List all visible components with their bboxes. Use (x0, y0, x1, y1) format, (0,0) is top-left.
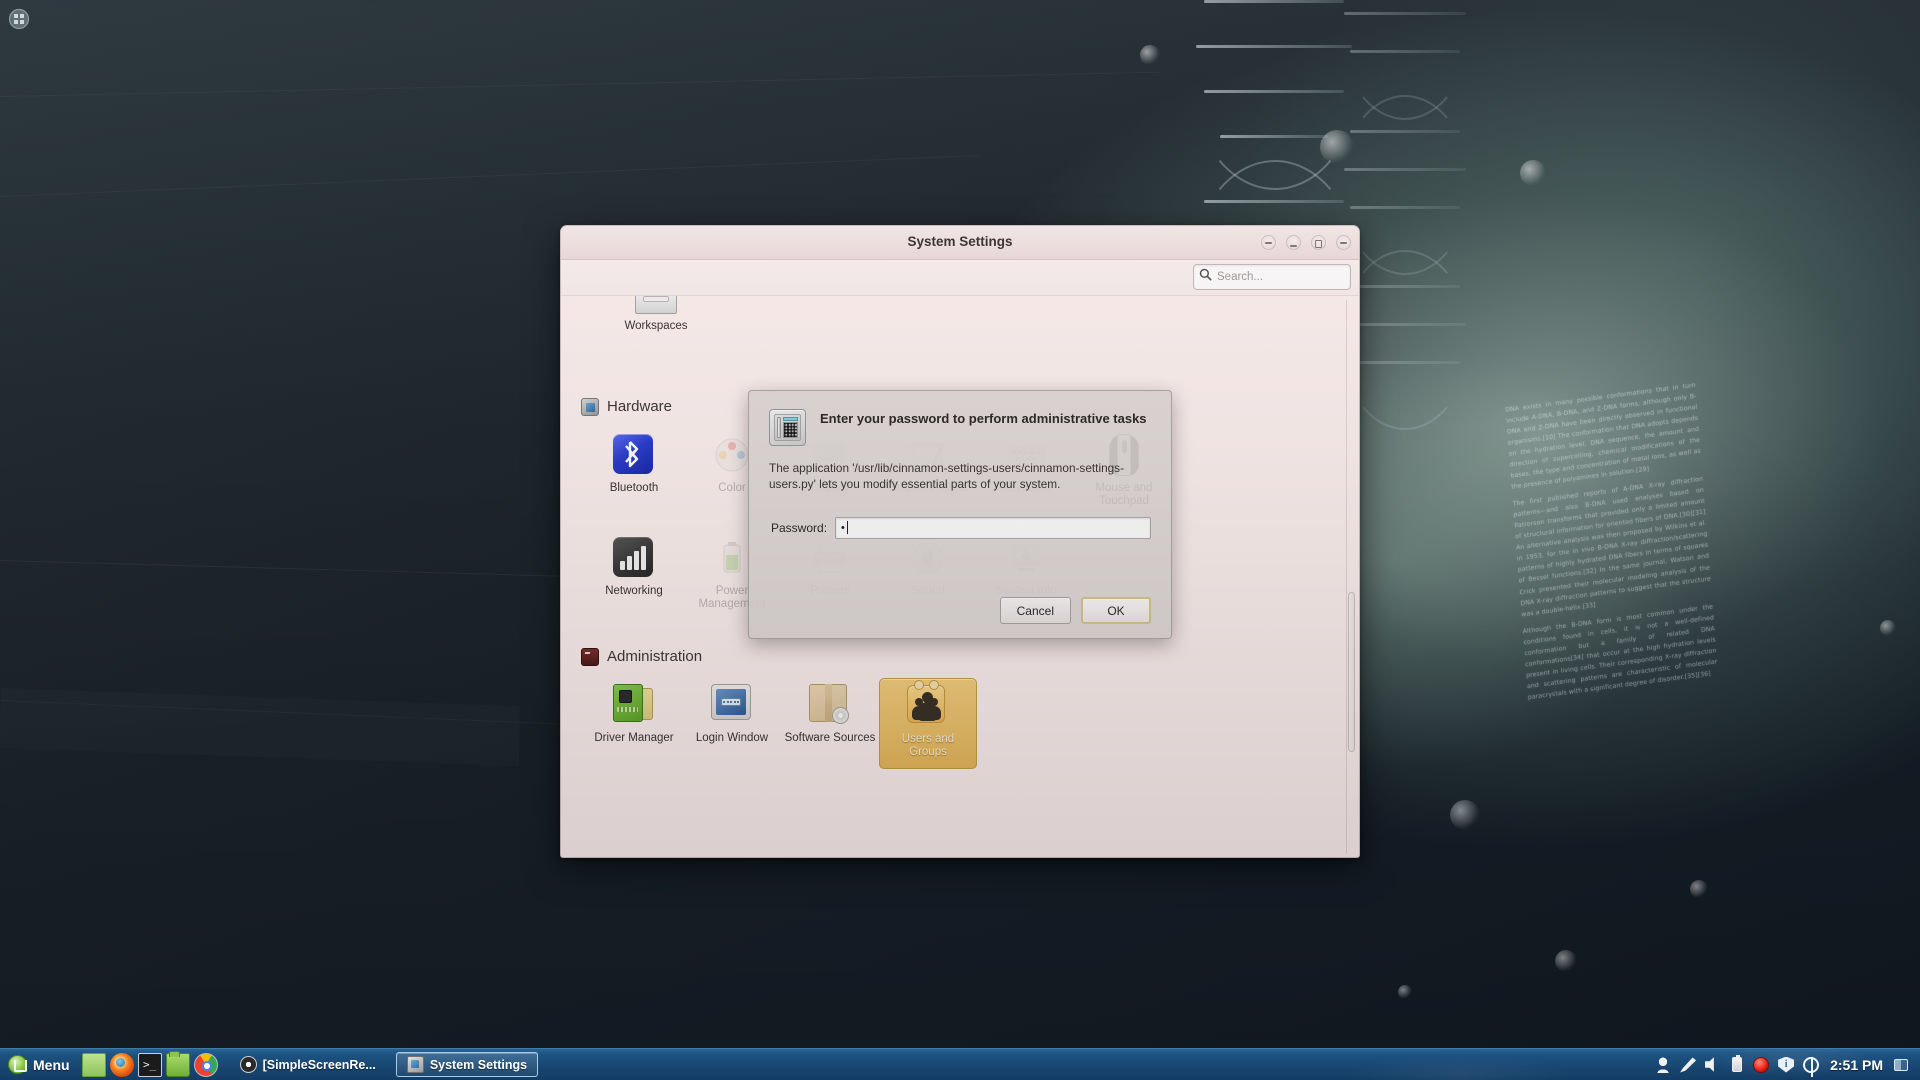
scrollbar-thumb[interactable] (1348, 592, 1355, 752)
desktop[interactable]: DNA exists in many possible conformation… (0, 0, 1920, 1080)
tile-label: Login Window (695, 731, 769, 744)
users-and-groups-icon (907, 679, 949, 727)
bokeh (1880, 620, 1896, 636)
tile-users-and-groups[interactable]: Users and Groups (879, 677, 977, 769)
clock[interactable]: 2:51 PM (1828, 1057, 1885, 1073)
search-icon (1199, 268, 1212, 286)
search-input[interactable] (1217, 271, 1359, 283)
bluetooth-icon (613, 433, 655, 476)
mint-menu-icon (8, 1055, 27, 1074)
safe-keypad-icon (769, 409, 806, 446)
search-box[interactable] (1193, 264, 1359, 290)
wallpaper-paragraph: Although the B-DNA form is most common u… (1522, 602, 1718, 702)
software-sources-icon (809, 683, 851, 726)
login-window-icon (711, 683, 753, 726)
driver-manager-icon (613, 683, 655, 726)
dialog-message: The application '/usr/lib/cinnamon-setti… (769, 461, 1125, 491)
dialog-header: Enter your password to perform administr… (769, 409, 1151, 446)
tile-label: Bluetooth (609, 481, 659, 494)
maximize-button[interactable] (1311, 235, 1326, 250)
volume-icon[interactable] (1705, 1057, 1714, 1072)
menu-button[interactable]: Menu (4, 1052, 78, 1078)
taskbar-window-system-settings[interactable]: System Settings (395, 1052, 539, 1077)
close-button[interactable] (1336, 235, 1351, 250)
cancel-button[interactable]: Cancel (999, 597, 1071, 624)
tile-software-sources[interactable]: Software Sources (781, 678, 879, 769)
pen-icon[interactable] (1680, 1057, 1697, 1073)
taskbar-window-label: [SimpleScreenRe... (262, 1057, 376, 1072)
firefox-icon[interactable] (109, 1052, 134, 1077)
dialog-buttons: Cancel OK (769, 583, 1151, 624)
system-tray: 2:51 PM (1655, 1055, 1916, 1077)
tile-bluetooth[interactable]: Bluetooth (585, 428, 683, 517)
sync-icon[interactable] (1803, 1056, 1820, 1077)
administration-icon (581, 647, 599, 666)
tile-label: Workspaces (624, 320, 688, 332)
tile-label: Software Sources (784, 731, 876, 744)
password-label: Password: (771, 520, 828, 535)
section-header-administration: Administration (581, 647, 1343, 666)
power-icon (711, 537, 753, 579)
tile-label: Driver Manager (594, 731, 674, 744)
bokeh (1450, 800, 1480, 830)
ok-button[interactable]: OK (1081, 597, 1151, 624)
password-input[interactable]: • (835, 516, 1151, 539)
window-controls (1261, 235, 1351, 250)
tile-workspaces[interactable]: Workspaces (607, 296, 705, 342)
bokeh (1320, 130, 1354, 164)
tile-label: Users and Groups (901, 732, 955, 759)
chrome-icon[interactable] (193, 1052, 218, 1077)
desktop-grid-icon[interactable] (6, 6, 32, 32)
section-title: Administration (607, 648, 703, 666)
tile-driver-manager[interactable]: Driver Manager (585, 678, 683, 769)
text-caret (846, 521, 848, 535)
bokeh (1140, 45, 1160, 65)
workspace-switcher-icon[interactable] (1894, 1058, 1908, 1071)
password-row: Password: • (769, 516, 1151, 539)
administration-row-1: Driver Manager Login Window Software Sou… (577, 677, 1343, 769)
taskbar-window-label: System Settings (429, 1057, 528, 1072)
update-shield-icon[interactable] (1778, 1056, 1795, 1073)
taskbar-window-simplescreenrecorder[interactable]: [SimpleScreenRe... (230, 1052, 386, 1077)
dialog-title: Enter your password to perform administr… (820, 411, 1147, 426)
show-desktop-icon[interactable] (81, 1052, 106, 1077)
tile-networking[interactable]: Networking (585, 531, 683, 620)
password-value: • (841, 521, 846, 534)
section-title: Hardware (607, 398, 673, 416)
hardware-icon (581, 397, 599, 416)
user-icon[interactable] (1655, 1056, 1672, 1073)
workspaces-icon (635, 296, 677, 314)
color-icon (711, 434, 753, 476)
window-toolbar (561, 260, 1359, 296)
battery-icon[interactable] (1732, 1055, 1743, 1072)
taskbar[interactable]: Menu >_ [SimpleScreenRe... System Settin… (0, 1048, 1920, 1080)
wallpaper-article-text: DNA exists in many possible conformation… (1505, 380, 1719, 709)
bokeh (1520, 160, 1546, 186)
wallpaper-paragraph: DNA exists in many possible conformation… (1505, 381, 1702, 491)
workspaces-row: Workspaces (577, 296, 1343, 342)
tile-login-window[interactable]: Login Window (683, 678, 781, 769)
tile-label: Networking (605, 584, 663, 597)
bokeh (1555, 950, 1577, 972)
password-dialog[interactable]: Enter your password to perform administr… (748, 390, 1172, 639)
file-manager-icon[interactable] (165, 1050, 190, 1077)
wallpaper-paragraph: The first published reports of A-DNA X-r… (1512, 475, 1712, 618)
terminal-icon[interactable]: >_ (137, 1052, 162, 1077)
window-title: System Settings (907, 234, 1013, 249)
minimize-button[interactable] (1286, 235, 1301, 250)
recording-icon[interactable] (1753, 1056, 1770, 1073)
system-settings-icon (406, 1056, 424, 1073)
bokeh (1398, 985, 1412, 999)
shade-button[interactable] (1261, 235, 1276, 250)
window-titlebar[interactable]: System Settings (561, 226, 1359, 260)
networking-icon (613, 536, 655, 579)
bokeh (1690, 880, 1708, 898)
vertical-scrollbar[interactable] (1346, 300, 1355, 853)
menu-label: Menu (33, 1056, 70, 1073)
simplescreenrecorder-icon (239, 1056, 257, 1073)
